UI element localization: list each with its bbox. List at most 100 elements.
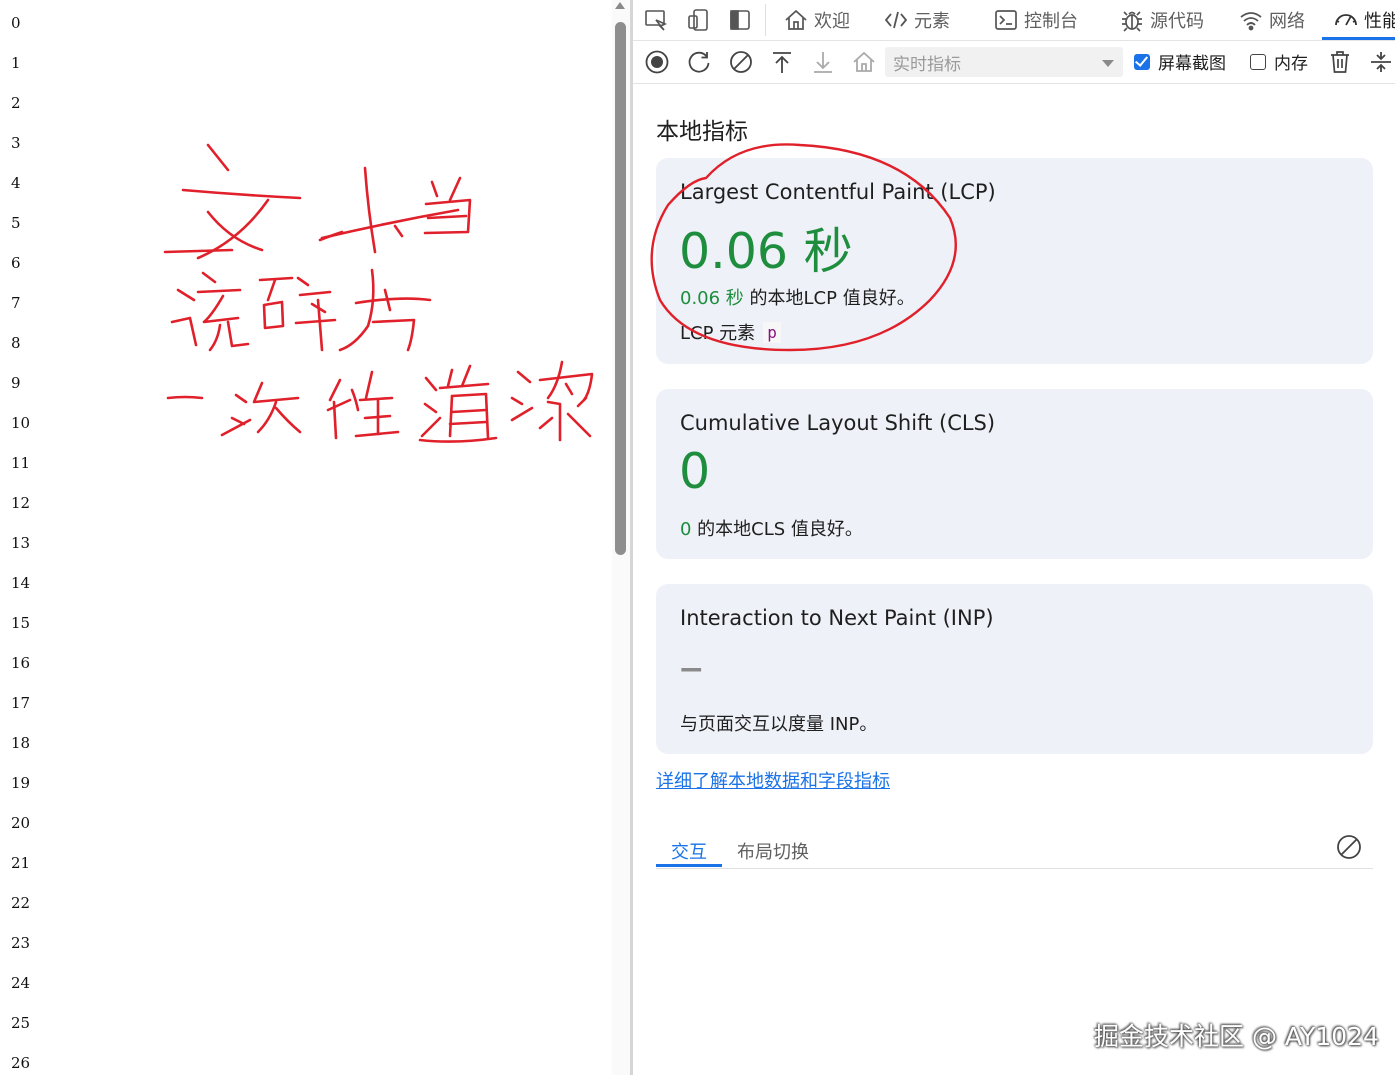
inp-card: Interaction to Next Paint (INP) – 与页面交互以… xyxy=(656,584,1373,754)
tabbar-separator xyxy=(765,4,766,36)
tab-welcome[interactable]: 欢迎 xyxy=(783,0,850,40)
scrollbar-thumb[interactable] xyxy=(615,22,626,555)
line-number: 22 xyxy=(11,894,31,912)
cls-title: Cumulative Layout Shift (CLS) xyxy=(680,411,996,435)
line-number: 17 xyxy=(11,694,31,712)
line-number: 4 xyxy=(11,174,21,192)
line-number: 14 xyxy=(11,574,31,592)
bug-icon xyxy=(1122,11,1142,32)
line-number: 15 xyxy=(11,614,31,632)
line-number: 3 xyxy=(11,134,21,152)
memory-checkbox[interactable] xyxy=(1250,53,1266,70)
subtab-interactions[interactable]: 交互 xyxy=(671,838,707,864)
page-viewport: 0 1 2 3 4 5 6 7 8 9 10 11 12 13 14 15 16 17 18 19 20 21 22 23 24… xyxy=(0,0,612,1075)
line-number: 2 xyxy=(11,94,21,112)
subtab-layout-shifts[interactable]: 布局切换 xyxy=(737,838,809,864)
screenshots-label: 屏幕截图 xyxy=(1158,54,1226,74)
tab-elements[interactable]: 元素 xyxy=(883,0,950,40)
line-number: 8 xyxy=(11,334,21,352)
active-subtab-indicator xyxy=(656,864,722,867)
tab-label: 网络 xyxy=(1269,11,1305,32)
line-number: 9 xyxy=(11,374,21,392)
screenshots-checkbox[interactable] xyxy=(1134,53,1150,70)
scroll-up-arrow-icon[interactable] xyxy=(615,2,625,9)
tab-sources[interactable]: 源代码 xyxy=(1119,0,1204,40)
devtools-panel: 欢迎 元素 控制台 源代码 网络 性能 实时指标 xyxy=(633,0,1395,1075)
lcp-value: 0.06 秒 xyxy=(679,223,853,280)
console-icon xyxy=(995,10,1017,30)
line-number: 7 xyxy=(11,294,21,312)
memory-checkbox-wrap[interactable]: 内存 xyxy=(1250,49,1308,74)
trash-icon[interactable] xyxy=(1327,49,1353,75)
throttle-select[interactable]: 实时指标 xyxy=(885,47,1123,77)
lcp-element-tag[interactable]: p xyxy=(763,321,781,343)
line-number: 21 xyxy=(11,854,31,872)
performance-toolbar: 实时指标 屏幕截图 内存 xyxy=(633,41,1395,84)
lcp-card: Largest Contentful Paint (LCP) 0.06 秒 0.… xyxy=(656,158,1373,364)
save-profile-icon[interactable] xyxy=(810,49,836,75)
lcp-title: Largest Contentful Paint (LCP) xyxy=(680,180,996,204)
subtab-bar: 交互 布局切换 xyxy=(656,832,1373,869)
line-number: 25 xyxy=(11,1014,31,1032)
line-number: 12 xyxy=(11,494,31,512)
tab-console[interactable]: 控制台 xyxy=(993,0,1078,40)
inspect-element-icon[interactable] xyxy=(643,7,669,33)
clear-icon[interactable] xyxy=(728,49,754,75)
line-number: 18 xyxy=(11,734,31,752)
reload-record-icon[interactable] xyxy=(686,49,712,75)
cls-value: 0 xyxy=(679,443,711,500)
line-number: 20 xyxy=(11,814,31,832)
tab-network[interactable]: 网络 xyxy=(1238,0,1305,40)
line-number: 16 xyxy=(11,654,31,672)
line-number: 19 xyxy=(11,774,31,792)
chevron-down-icon xyxy=(1102,60,1114,67)
lcp-description: 0.06 秒 的本地LCP 值良好。 xyxy=(680,284,915,310)
throttle-select-value: 实时指标 xyxy=(893,54,961,75)
page-scrollbar[interactable] xyxy=(612,0,630,1075)
tab-label: 控制台 xyxy=(1024,11,1078,32)
line-number: 24 xyxy=(11,974,31,992)
tab-performance[interactable]: 性能 xyxy=(1333,0,1395,40)
line-number: 11 xyxy=(11,454,31,472)
dock-side-icon[interactable] xyxy=(727,7,753,33)
inp-description: 与页面交互以度量 INP。 xyxy=(680,714,878,735)
line-number: 5 xyxy=(11,214,21,232)
tab-label: 欢迎 xyxy=(814,11,850,32)
line-number: 13 xyxy=(11,534,31,552)
cls-desc-text: 的本地CLS 值良好。 xyxy=(691,519,863,540)
active-tab-indicator xyxy=(1322,37,1395,40)
lcp-element-label: LCP 元素 xyxy=(680,323,756,344)
screenshots-checkbox-wrap[interactable]: 屏幕截图 xyxy=(1134,49,1226,74)
gauge-icon xyxy=(1335,14,1357,26)
clear-list-icon[interactable] xyxy=(1335,833,1363,861)
device-emulation-icon[interactable] xyxy=(685,7,711,33)
lcp-element-row: LCP 元素 p xyxy=(680,319,781,345)
inp-title: Interaction to Next Paint (INP) xyxy=(680,606,994,630)
line-number: 23 xyxy=(11,934,31,952)
learn-more-link[interactable]: 详细了解本地数据和字段指标 xyxy=(656,767,890,793)
tab-label: 元素 xyxy=(914,11,950,32)
home-icon xyxy=(785,9,807,30)
line-number: 10 xyxy=(11,414,31,432)
cls-description: 0 的本地CLS 值良好。 xyxy=(680,515,863,541)
cls-card: Cumulative Layout Shift (CLS) 0 0 的本地CLS… xyxy=(656,389,1373,559)
load-profile-icon[interactable] xyxy=(769,49,795,75)
code-icon xyxy=(884,11,908,29)
wifi-icon xyxy=(1240,12,1262,31)
tab-label: 性能 xyxy=(1364,11,1395,32)
collapse-icon[interactable] xyxy=(1368,49,1394,75)
tab-label: 源代码 xyxy=(1150,11,1204,32)
home-icon[interactable] xyxy=(851,49,877,75)
record-icon[interactable] xyxy=(644,49,670,75)
lcp-desc-value: 0.06 秒 xyxy=(680,288,744,309)
memory-label: 内存 xyxy=(1274,54,1308,74)
watermark: 掘金技术社区 @ AY1024 xyxy=(1094,1022,1379,1051)
devtools-tabbar: 欢迎 元素 控制台 源代码 网络 性能 xyxy=(633,0,1395,41)
section-title: 本地指标 xyxy=(656,119,748,145)
cls-desc-value: 0 xyxy=(680,519,692,540)
lcp-desc-text: 的本地LCP 值良好。 xyxy=(743,288,915,309)
line-number: 6 xyxy=(11,254,21,272)
inp-value: – xyxy=(679,638,704,695)
line-number: 0 xyxy=(11,14,21,32)
line-number: 26 xyxy=(11,1054,31,1072)
